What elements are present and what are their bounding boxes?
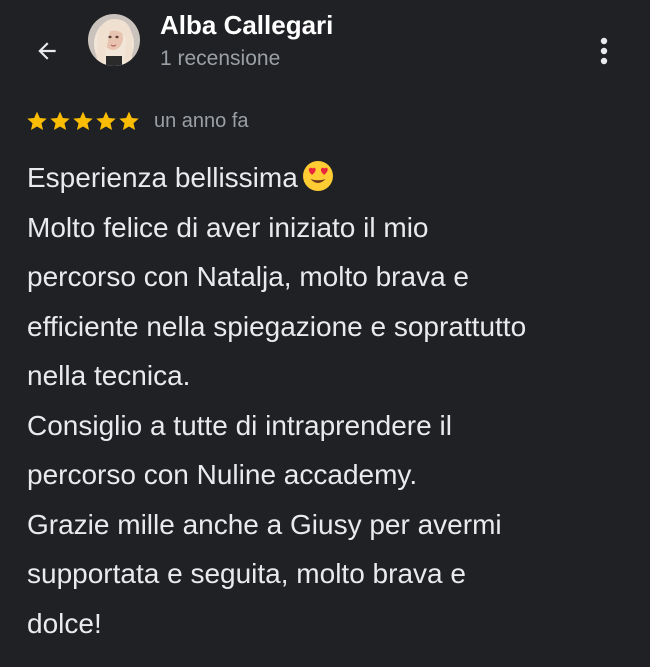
- avatar[interactable]: [88, 14, 140, 66]
- heart-eyes-emoji-icon: [302, 161, 333, 191]
- review-line-text: efficiente nella spiegazione e soprattut…: [27, 310, 527, 342]
- review-text: Esperienza bellissima Molto felice di ave…: [27, 153, 637, 648]
- app-header: Alba Callegari 1 recensione: [0, 0, 650, 96]
- review-line-text: supportata e seguita, molto brava e: [27, 558, 466, 589]
- review-line: supportata e seguita, molto brava e: [27, 549, 637, 599]
- star-icon: [27, 111, 47, 130]
- review-line: Grazie mille anche a Giusy per avermi: [27, 500, 637, 550]
- back-button[interactable]: [26, 30, 68, 72]
- star-rating: [26, 110, 140, 132]
- rating-row: un anno fa: [26, 106, 249, 136]
- review-line-text: Molto felice di aver iniziato il mio: [27, 211, 429, 243]
- reviewer-name[interactable]: Alba Callegari: [160, 10, 333, 41]
- arrow-back-icon: [38, 42, 56, 60]
- review-line: efficiente nella spiegazione e soprattut…: [27, 302, 637, 352]
- star-icon: [119, 111, 139, 130]
- review-line: percorso con Nuline accademy.: [27, 450, 637, 500]
- more-vert-icon: [600, 37, 608, 65]
- star-icon: [96, 111, 116, 130]
- review-line: dolce!: [27, 599, 637, 649]
- review-line-text: dolce!: [27, 607, 102, 639]
- review-line: nella tecnica.: [27, 351, 637, 401]
- user-avatar-icon: [88, 14, 140, 66]
- review-line-text: Grazie mille anche a Giusy per avermi: [27, 508, 502, 540]
- review-date: un anno fa: [154, 109, 249, 132]
- star-icon: [73, 111, 93, 130]
- review-line-text: percorso con Natalja, molto brava e: [27, 261, 469, 292]
- review-line-text: Consiglio a tutte di intraprendere il: [27, 409, 452, 441]
- more-options-button[interactable]: [584, 28, 624, 74]
- review-line-text: nella tecnica.: [27, 360, 191, 391]
- review-line: percorso con Natalja, molto brava e: [27, 252, 637, 302]
- review-line-text: percorso con Nuline accademy.: [27, 459, 418, 490]
- review-line-text: Esperienza bellissima: [27, 162, 298, 193]
- review-line: Consiglio a tutte di intraprendere il: [27, 401, 637, 451]
- review-line: Esperienza bellissima: [27, 153, 637, 203]
- review-count: 1 recensione: [160, 47, 281, 70]
- review-line: Molto felice di aver iniziato il mio: [27, 203, 637, 253]
- star-icon: [50, 111, 70, 130]
